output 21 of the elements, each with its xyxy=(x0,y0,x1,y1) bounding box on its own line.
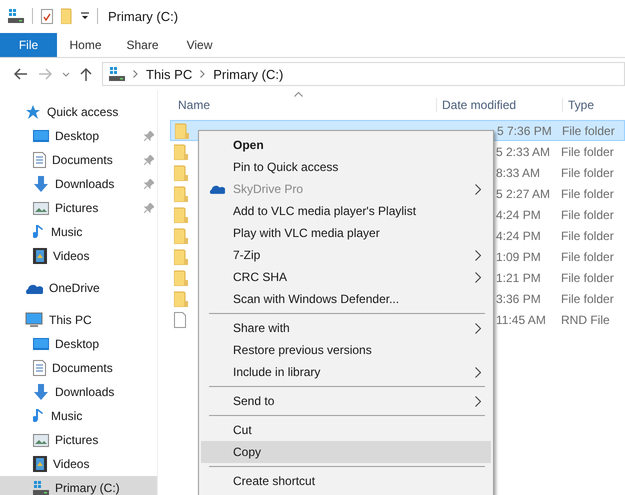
type-cell: File folder xyxy=(561,144,614,158)
date-cell-text: 5 7:36 PM xyxy=(496,124,553,138)
date-cell-text: 4:24 PM xyxy=(495,228,542,242)
type-cell: File folder xyxy=(561,228,614,242)
type-cell: File folder xyxy=(561,270,614,284)
type-cell: File folder xyxy=(562,124,615,138)
date-cell-text: 5 2:27 AM xyxy=(495,186,552,200)
type-cell: File folder xyxy=(561,250,614,264)
date-cell-text: 1:09 PM xyxy=(495,250,542,264)
window-title: Primary (C:) xyxy=(108,8,178,24)
type-cell: File folder xyxy=(561,292,614,306)
date-cell-text: 1:21 PM xyxy=(495,270,542,284)
date-cell-text: 3:36 PM xyxy=(495,292,542,306)
date-cell-text: 8:33 AM xyxy=(495,166,542,180)
type-cell: File folder xyxy=(561,208,614,222)
type-cell: RND File xyxy=(561,312,610,326)
date-cell-text: 11:45 AM xyxy=(495,312,547,326)
date-cell-text: 4:24 PM xyxy=(495,208,542,222)
type-cell: File folder xyxy=(561,166,614,180)
type-cell: File folder xyxy=(561,186,614,200)
date-cell-text: 5 2:33 AM xyxy=(495,144,552,158)
